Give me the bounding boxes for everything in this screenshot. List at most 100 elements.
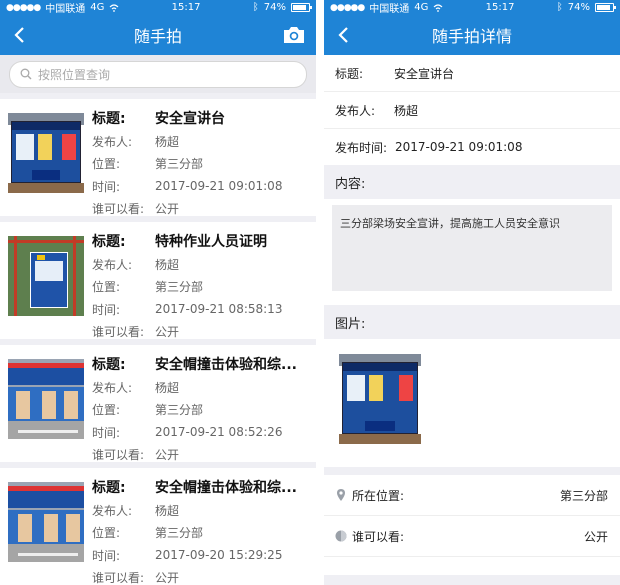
post-title: 安全宣讲台 xyxy=(155,110,225,127)
location-pin-icon xyxy=(337,489,345,501)
detail-time-value: 2017-09-21 09:01:08 xyxy=(395,140,523,154)
post-visibility: 公开 xyxy=(155,571,180,585)
carrier-text: 中国联通 xyxy=(45,4,86,15)
images-label: 图片: xyxy=(335,316,366,332)
detail-time-row: 发布时间: 2017-09-21 09:01:08 xyxy=(324,129,620,165)
post-visibility: 公开 xyxy=(155,448,180,463)
signal-dots-icon: ●●●●● xyxy=(330,2,365,13)
title-label: 标题: xyxy=(335,66,364,81)
carrier-text: 中国联通 xyxy=(369,4,410,15)
images-section-header: 图片: xyxy=(324,305,620,339)
battery-icon xyxy=(290,3,312,12)
visibility-label: 谁可以看: xyxy=(352,529,405,544)
status-bar: ●●●●● 中国联通 4G 15:17 ᛒ 74% xyxy=(324,0,620,15)
post-publisher: 杨超 xyxy=(155,503,180,518)
visibility-label: 谁可以看: xyxy=(92,571,145,585)
network-text: 4G xyxy=(414,2,429,13)
detail-screen: ●●●●● 中国联通 4G 15:17 ᛒ 74% 随手拍详情 标题: 安全宣讲… xyxy=(324,0,620,585)
visibility-label: 谁可以看: xyxy=(92,448,145,463)
location-label: 位置: xyxy=(92,403,121,418)
publisher-label: 发布人: xyxy=(92,257,133,272)
detail-title-value: 安全宣讲台 xyxy=(394,66,455,81)
publisher-label: 发布人: xyxy=(335,103,376,118)
search-icon xyxy=(20,68,32,80)
post-thumbnail xyxy=(8,236,84,316)
search-placeholder: 按照位置查询 xyxy=(38,67,111,82)
title-label: 标题: xyxy=(92,356,126,373)
bottom-fill xyxy=(324,575,620,585)
wifi-icon xyxy=(109,3,119,12)
content-label: 内容: xyxy=(335,176,366,192)
post-publisher: 杨超 xyxy=(155,257,180,272)
publisher-label: 发布人: xyxy=(92,134,133,149)
nav-bar: 随手拍详情 xyxy=(324,15,620,55)
content-section-header: 内容: xyxy=(324,165,620,199)
list-item[interactable]: 标题: 安全帽撞击体验和综... 发布人: 杨超 位置: 第三分部 时间: 2017-0… xyxy=(0,468,316,585)
publisher-label: 发布人: xyxy=(92,503,133,518)
list-screen: ●●●●● 中国联通 4G 15:17 ᛒ 74% 随手拍 按照位置查询 标题:… xyxy=(0,0,316,585)
post-title: 安全帽撞击体验和综... xyxy=(155,479,297,496)
location-row: 所在位置: 第三分部 xyxy=(324,475,620,516)
post-location: 第三分部 xyxy=(155,157,204,172)
signal-dots-icon: ●●●●● xyxy=(6,2,41,13)
post-thumbnail xyxy=(8,359,84,439)
camera-icon[interactable] xyxy=(282,24,306,46)
location-label: 位置: xyxy=(92,157,121,172)
post-publisher: 杨超 xyxy=(155,380,180,395)
page-title: 随手拍 xyxy=(133,27,182,46)
post-thumbnail xyxy=(8,113,84,193)
visibility-row: 谁可以看: 公开 xyxy=(324,516,620,557)
clock-text: 15:17 xyxy=(171,2,201,13)
post-time: 2017-09-21 09:01:08 xyxy=(155,179,283,194)
title-label: 标题: xyxy=(92,479,126,496)
detail-title-row: 标题: 安全宣讲台 xyxy=(324,55,620,92)
bluetooth-icon: ᛒ xyxy=(252,2,259,13)
visibility-label: 谁可以看: xyxy=(92,325,145,340)
post-title: 特种作业人员证明 xyxy=(155,233,267,250)
detail-publisher-row: 发布人: 杨超 xyxy=(324,92,620,129)
search-bar: 按照位置查询 xyxy=(0,55,316,93)
nav-bar: 随手拍 xyxy=(0,15,316,55)
post-location: 第三分部 xyxy=(155,403,204,418)
network-text: 4G xyxy=(90,2,105,13)
time-label: 时间: xyxy=(92,425,121,440)
location-label: 位置: xyxy=(92,526,121,541)
post-location: 第三分部 xyxy=(155,526,204,541)
list-item[interactable]: 标题: 安全帽撞击体验和综... 发布人: 杨超 位置: 第三分部 时间: 2017-0… xyxy=(0,345,316,468)
post-list: 标题: 安全宣讲台 发布人: 杨超 位置: 第三分部 时间: 2017-09-21 09… xyxy=(0,93,316,585)
list-item[interactable]: 标题: 安全宣讲台 发布人: 杨超 位置: 第三分部 时间: 2017-09-21 09… xyxy=(0,99,316,222)
battery-icon xyxy=(594,3,616,12)
content-area: 三分部梁场安全宣讲，提高施工人员安全意识 xyxy=(324,205,620,305)
wifi-icon xyxy=(433,3,443,12)
publisher-label: 发布人: xyxy=(92,380,133,395)
post-time: 2017-09-20 15:29:25 xyxy=(155,548,283,563)
back-chevron-icon[interactable] xyxy=(8,23,32,47)
post-publisher: 杨超 xyxy=(155,134,180,149)
location-value: 第三分部 xyxy=(559,488,608,503)
post-thumbnail xyxy=(8,482,84,562)
battery-percent: 74% xyxy=(263,2,286,13)
page-title: 随手拍详情 xyxy=(431,27,512,46)
post-visibility: 公开 xyxy=(155,202,180,217)
time-label: 时间: xyxy=(92,548,121,563)
content-text: 三分部梁场安全宣讲，提高施工人员安全意识 xyxy=(332,205,612,291)
detail-publisher-value: 杨超 xyxy=(394,103,419,118)
images-area xyxy=(324,339,620,467)
post-time: 2017-09-21 08:52:26 xyxy=(155,425,283,440)
visibility-icon xyxy=(335,530,347,542)
time-label: 时间: xyxy=(92,179,121,194)
search-input[interactable]: 按照位置查询 xyxy=(9,60,307,88)
time-label: 发布时间: xyxy=(335,140,388,155)
list-item[interactable]: 标题: 特种作业人员证明 发布人: 杨超 位置: 第三分部 时间: 2017-09-21… xyxy=(0,222,316,345)
post-time: 2017-09-21 08:58:13 xyxy=(155,302,283,317)
battery-percent: 74% xyxy=(567,2,590,13)
bluetooth-icon: ᛒ xyxy=(556,2,563,13)
back-chevron-icon[interactable] xyxy=(332,23,356,47)
location-label: 所在位置: xyxy=(352,488,405,503)
visibility-value: 公开 xyxy=(583,529,608,544)
title-label: 标题: xyxy=(92,110,126,127)
post-image[interactable] xyxy=(339,354,421,444)
title-label: 标题: xyxy=(92,233,126,250)
time-label: 时间: xyxy=(92,302,121,317)
post-location: 第三分部 xyxy=(155,280,204,295)
